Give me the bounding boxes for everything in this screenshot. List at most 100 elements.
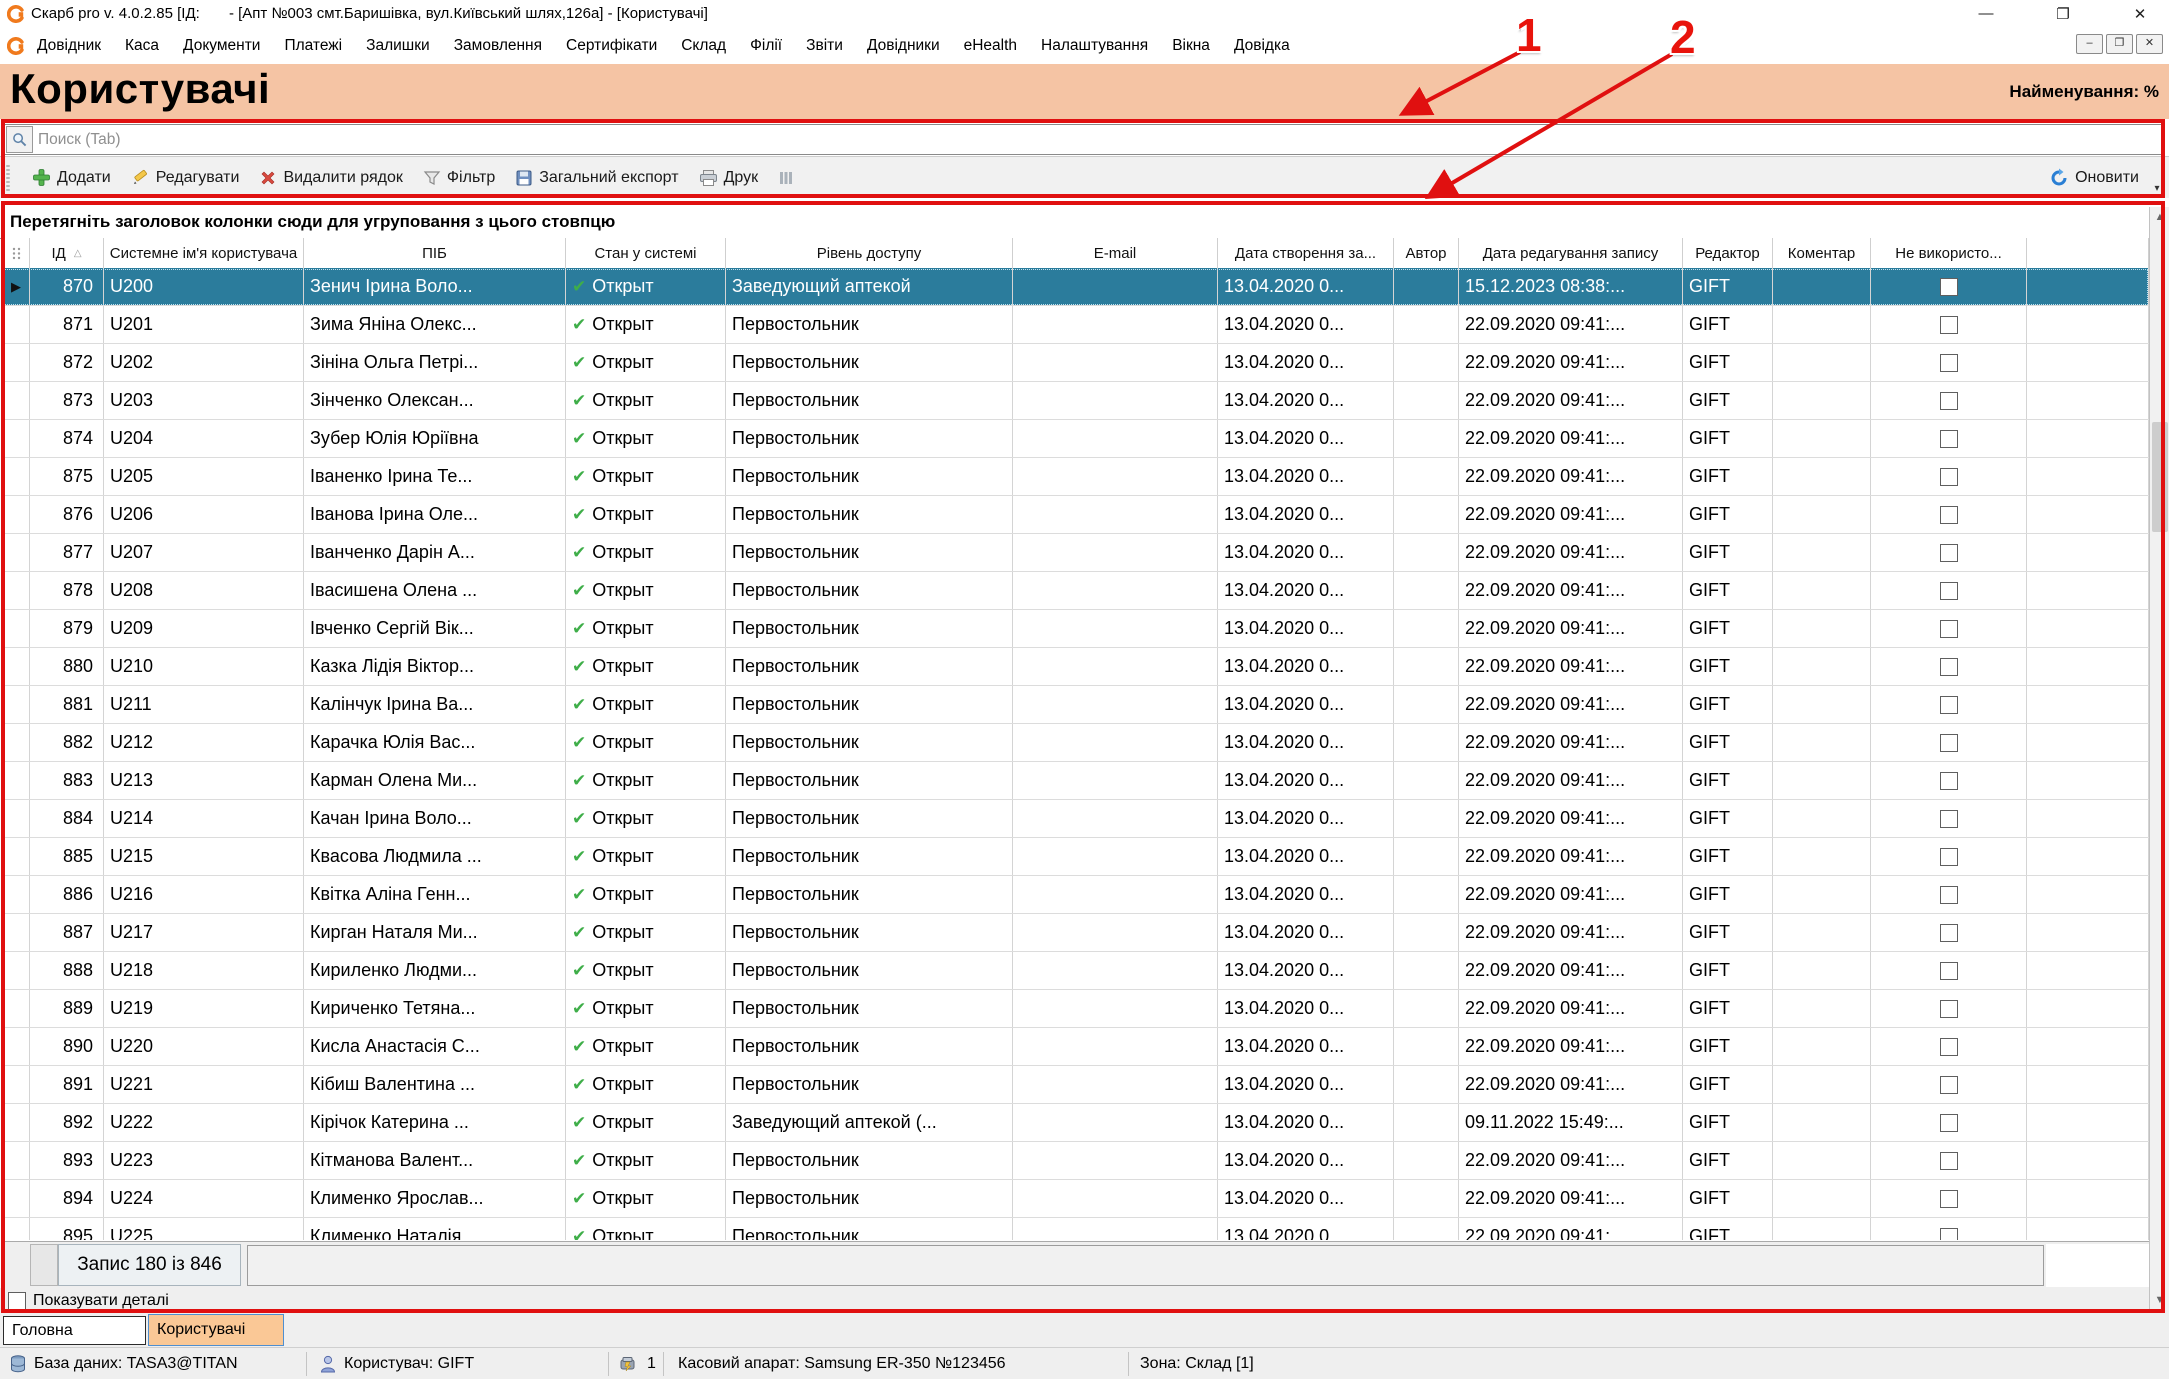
toolbar-overflow-icon[interactable]: ▾ xyxy=(2149,183,2165,198)
columns-button[interactable] xyxy=(768,166,804,190)
search-box[interactable] xyxy=(4,124,2162,155)
table-row[interactable]: 883U213Карман Олена Ми...✔ОткрытПервосто… xyxy=(3,762,2149,800)
column-header-author[interactable]: Автор xyxy=(1394,238,1459,268)
not-used-checkbox[interactable] xyxy=(1940,582,1958,600)
mdi-close-button[interactable]: ✕ xyxy=(2136,34,2163,54)
column-header-notused[interactable]: Не використо... xyxy=(1871,238,2027,268)
group-by-bar[interactable]: Перетягніть заголовок колонки сюди для у… xyxy=(0,207,2169,239)
column-header-sys[interactable]: Системне ім'я користувача xyxy=(104,238,304,268)
add-button[interactable]: Додати xyxy=(22,164,121,191)
menu-item-склад[interactable]: Склад xyxy=(669,37,738,55)
table-row[interactable]: 876U206Іванова Ірина Оле...✔ОткрытПервос… xyxy=(3,496,2149,534)
column-header-edited[interactable]: Дата редагування запису xyxy=(1459,238,1683,268)
menu-item-довідник[interactable]: Довідник xyxy=(25,37,113,55)
column-header-email[interactable]: E-mail xyxy=(1013,238,1218,268)
table-row[interactable]: 885U215Квасова Людмила ...✔ОткрытПервост… xyxy=(3,838,2149,876)
table-row[interactable]: 892U222Кірічок Катерина ...✔ОткрытЗаведу… xyxy=(3,1104,2149,1142)
table-row[interactable]: 881U211Калінчук Ірина Ва...✔ОткрытПервос… xyxy=(3,686,2149,724)
table-row[interactable]: 891U221Кібиш Валентина ...✔ОткрытПервост… xyxy=(3,1066,2149,1104)
not-used-checkbox[interactable] xyxy=(1940,468,1958,486)
scroll-up-icon[interactable]: ▲ xyxy=(2151,207,2169,227)
not-used-checkbox[interactable] xyxy=(1940,1076,1958,1094)
not-used-checkbox[interactable] xyxy=(1940,848,1958,866)
menu-item-залишки[interactable]: Залишки xyxy=(354,37,442,55)
tab-home[interactable]: Головна xyxy=(3,1316,146,1345)
table-row[interactable]: 894U224Клименко Ярослав...✔ОткрытПервост… xyxy=(3,1180,2149,1218)
not-used-checkbox[interactable] xyxy=(1940,1152,1958,1170)
column-header-editor[interactable]: Редактор xyxy=(1683,238,1773,268)
vertical-scrollbar-thumb[interactable] xyxy=(2152,422,2168,532)
scroll-down-icon[interactable]: ▼ xyxy=(2151,1290,2169,1310)
edit-button[interactable]: Редагувати xyxy=(121,164,250,191)
table-row[interactable]: 873U203Зінченко Олексан...✔ОткрытПервост… xyxy=(3,382,2149,420)
not-used-checkbox[interactable] xyxy=(1940,924,1958,942)
table-row[interactable]: 895U225Клименко Наталія✔ОткрытПервостоль… xyxy=(3,1218,2149,1240)
menu-item-довідники[interactable]: Довідники xyxy=(855,37,952,55)
menu-item-замовлення[interactable]: Замовлення xyxy=(442,37,554,55)
table-row[interactable]: 884U214Качан Ірина Воло...✔ОткрытПервост… xyxy=(3,800,2149,838)
horizontal-scrollbar-thumb[interactable] xyxy=(247,1245,2044,1286)
column-header-name[interactable]: ПІБ xyxy=(304,238,566,268)
menu-item-платежі[interactable]: Платежі xyxy=(272,37,354,55)
mdi-restore-button[interactable]: ❐ xyxy=(2106,34,2133,54)
menu-item-сертифікати[interactable]: Сертифікати xyxy=(554,37,669,55)
not-used-checkbox[interactable] xyxy=(1940,620,1958,638)
not-used-checkbox[interactable] xyxy=(1940,962,1958,980)
not-used-checkbox[interactable] xyxy=(1940,506,1958,524)
column-header-state[interactable]: Стан у системі xyxy=(566,238,726,268)
table-row[interactable]: 889U219Кириченко Тетяна...✔ОткрытПервост… xyxy=(3,990,2149,1028)
not-used-checkbox[interactable] xyxy=(1940,734,1958,752)
close-button[interactable]: ✕ xyxy=(2117,0,2163,27)
table-row[interactable]: 893U223Кітманова Валент...✔ОткрытПервост… xyxy=(3,1142,2149,1180)
minimize-button[interactable]: — xyxy=(1963,0,2009,27)
menu-item-філії[interactable]: Філії xyxy=(738,37,794,55)
not-used-checkbox[interactable] xyxy=(1940,1038,1958,1056)
menu-item-звіти[interactable]: Звіти xyxy=(794,37,855,55)
not-used-checkbox[interactable] xyxy=(1940,316,1958,334)
menu-item-каса[interactable]: Каса xyxy=(113,37,171,55)
table-row[interactable]: 871U201Зима Яніна Олекс...✔ОткрытПервост… xyxy=(3,306,2149,344)
table-row[interactable]: 872U202Зініна Ольга Петрі...✔ОткрытПерво… xyxy=(3,344,2149,382)
not-used-checkbox[interactable] xyxy=(1940,1000,1958,1018)
mdi-minimize-button[interactable]: – xyxy=(2076,34,2103,54)
refresh-button[interactable]: Оновити xyxy=(2039,164,2149,192)
menu-item-документи[interactable]: Документи xyxy=(171,37,272,55)
tab-users[interactable]: Користувачі xyxy=(148,1314,284,1346)
table-row[interactable]: 877U207Іванченко Дарін А...✔ОткрытПервос… xyxy=(3,534,2149,572)
not-used-checkbox[interactable] xyxy=(1940,278,1958,296)
not-used-checkbox[interactable] xyxy=(1940,696,1958,714)
menu-item-вікна[interactable]: Вікна xyxy=(1160,37,1222,55)
not-used-checkbox[interactable] xyxy=(1940,1228,1958,1241)
print-button[interactable]: Друк xyxy=(689,165,769,191)
delete-row-button[interactable]: Видалити рядок xyxy=(249,165,412,191)
table-row[interactable]: 874U204Зубер Юлія Юріївна✔ОткрытПервосто… xyxy=(3,420,2149,458)
table-row[interactable]: 879U209Івченко Сергій Вік...✔ОткрытПерво… xyxy=(3,610,2149,648)
menu-item-налаштування[interactable]: Налаштування xyxy=(1029,37,1160,55)
not-used-checkbox[interactable] xyxy=(1940,658,1958,676)
export-button[interactable]: Загальний експорт xyxy=(505,165,688,191)
table-row[interactable]: 887U217Кирган Наталя Ми...✔ОткрытПервост… xyxy=(3,914,2149,952)
table-row[interactable]: 878U208Івасишена Олена ...✔ОткрытПервост… xyxy=(3,572,2149,610)
column-header-id[interactable]: ІД△ xyxy=(30,238,104,268)
table-row[interactable]: 880U210Казка Лідія Віктор...✔ОткрытПерво… xyxy=(3,648,2149,686)
column-header-created[interactable]: Дата створення за... xyxy=(1218,238,1394,268)
not-used-checkbox[interactable] xyxy=(1940,1190,1958,1208)
not-used-checkbox[interactable] xyxy=(1940,544,1958,562)
menu-item-довідка[interactable]: Довідка xyxy=(1222,37,1302,55)
not-used-checkbox[interactable] xyxy=(1940,430,1958,448)
table-row[interactable]: 875U205Іваненко Ірина Те...✔ОткрытПервос… xyxy=(3,458,2149,496)
toolbar-grip-handle[interactable] xyxy=(6,165,14,191)
show-details-checkbox[interactable] xyxy=(8,1292,26,1310)
not-used-checkbox[interactable] xyxy=(1940,1114,1958,1132)
column-header-comment[interactable]: Коментар xyxy=(1773,238,1871,268)
table-row[interactable]: 882U212Карачка Юлія Вас...✔ОткрытПервост… xyxy=(3,724,2149,762)
column-header-level[interactable]: Рівень доступу xyxy=(726,238,1013,268)
table-row[interactable]: ▶870U200Зенич Ірина Воло...✔ОткрытЗаведу… xyxy=(3,268,2149,306)
menu-item-ehealth[interactable]: eHealth xyxy=(952,37,1029,55)
table-row[interactable]: 886U216Квітка Аліна Генн...✔ОткрытПервос… xyxy=(3,876,2149,914)
not-used-checkbox[interactable] xyxy=(1940,772,1958,790)
vertical-scrollbar[interactable]: ▲ ▼ xyxy=(2149,207,2169,1310)
table-row[interactable]: 888U218Кириленко Людми...✔ОткрытПервосто… xyxy=(3,952,2149,990)
maximize-button[interactable]: ❐ xyxy=(2040,0,2086,27)
not-used-checkbox[interactable] xyxy=(1940,810,1958,828)
